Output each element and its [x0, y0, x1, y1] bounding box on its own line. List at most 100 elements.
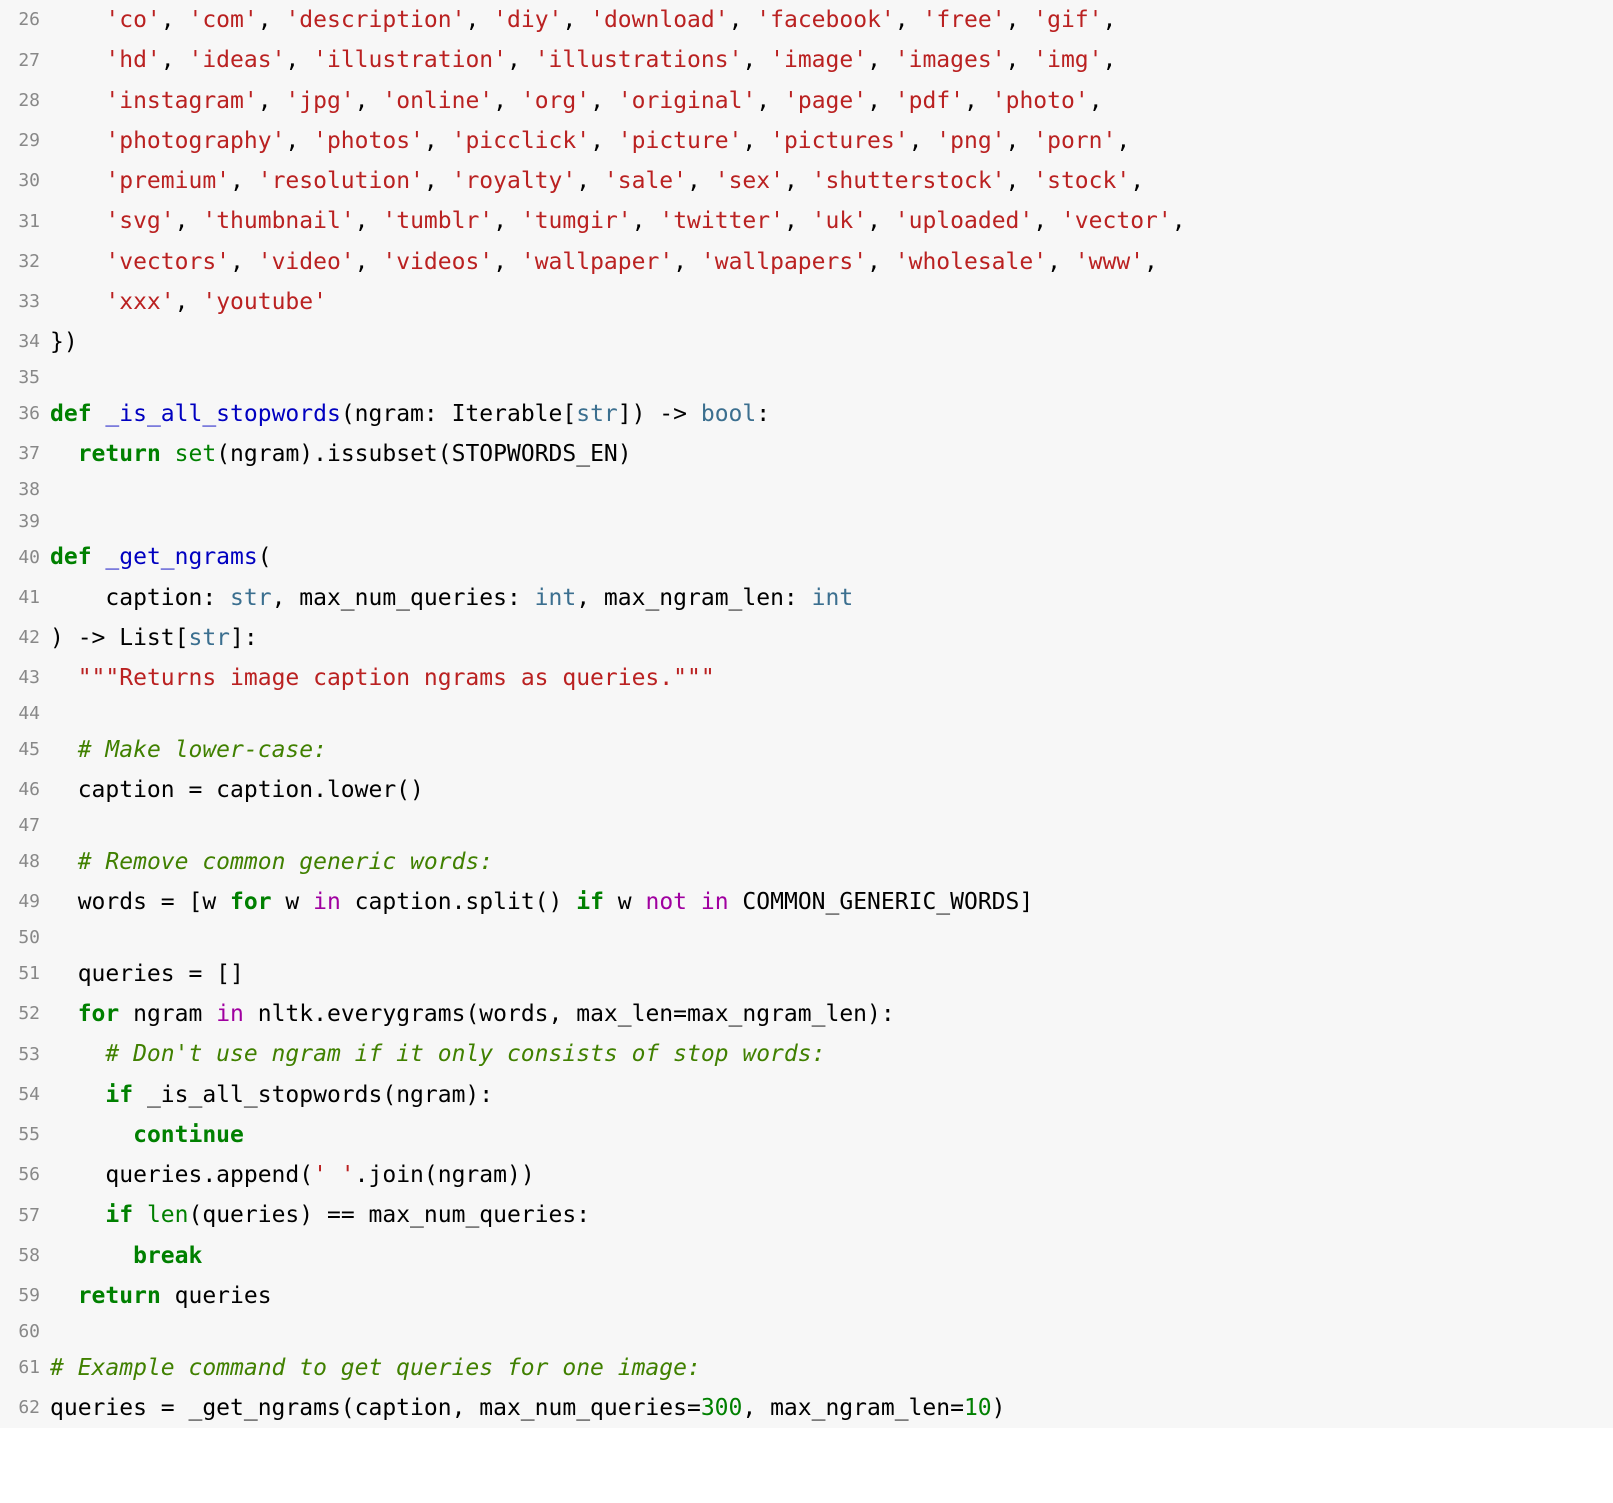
token: # Don't use ngram if it only consists of… — [105, 1041, 825, 1067]
token: , — [285, 47, 313, 73]
token: caption.split() — [341, 889, 576, 915]
code-line: 37 return set(ngram).issubset(STOPWORDS_… — [0, 434, 1613, 474]
token: , — [687, 168, 715, 194]
line-number: 28 — [0, 81, 50, 121]
token: in — [313, 889, 341, 915]
token: , — [424, 168, 452, 194]
token: COMMON_GENERIC_WORDS] — [729, 889, 1034, 915]
token: len — [147, 1202, 189, 1228]
code-content — [50, 1316, 1613, 1348]
token: 'wallpapers' — [701, 249, 867, 275]
code-line: 59 return queries — [0, 1276, 1613, 1316]
token: , — [867, 249, 895, 275]
token: 'twitter' — [659, 208, 784, 234]
token: int — [812, 585, 854, 611]
token: , — [230, 168, 258, 194]
token: , max_num_queries: — [272, 585, 535, 611]
code-line: 47 — [0, 810, 1613, 842]
token: ( — [258, 544, 272, 570]
token: in — [216, 1001, 244, 1027]
code-content: return set(ngram).issubset(STOPWORDS_EN) — [50, 434, 1613, 474]
token: , — [258, 88, 286, 114]
line-number: 27 — [0, 40, 50, 80]
code-content: 'svg', 'thumbnail', 'tumblr', 'tumgir', … — [50, 201, 1613, 241]
token: 'svg' — [105, 208, 174, 234]
line-number: 61 — [0, 1348, 50, 1388]
code-content: 'premium', 'resolution', 'royalty', 'sal… — [50, 161, 1613, 201]
token: : — [756, 401, 770, 427]
code-line: 35 — [0, 362, 1613, 394]
token: 'co' — [105, 7, 160, 33]
code-line: 38 — [0, 474, 1613, 506]
code-content: # Make lower-case: — [50, 730, 1613, 770]
token: .join(ngram)) — [355, 1162, 535, 1188]
token: 'premium' — [105, 168, 230, 194]
token: break — [133, 1243, 202, 1269]
code-line: 26 'co', 'com', 'description', 'diy', 'd… — [0, 0, 1613, 40]
line-number: 53 — [0, 1034, 50, 1074]
code-line: 34}) — [0, 322, 1613, 362]
token: , — [867, 88, 895, 114]
token: , — [1006, 128, 1034, 154]
token — [50, 1041, 105, 1067]
token: w — [272, 889, 314, 915]
token: , — [867, 47, 895, 73]
code-line: 54 if _is_all_stopwords(ngram): — [0, 1075, 1613, 1115]
token: 'page' — [784, 88, 867, 114]
token: , — [895, 7, 923, 33]
token: 'videos' — [382, 249, 493, 275]
token: nltk.everygrams(words, max_len=max_ngram… — [244, 1001, 895, 1027]
line-number: 40 — [0, 537, 50, 577]
code-line: 43 """Returns image caption ngrams as qu… — [0, 658, 1613, 698]
token: , — [1116, 128, 1130, 154]
token — [92, 544, 106, 570]
code-line: 41 caption: str, max_num_queries: int, m… — [0, 578, 1613, 618]
token — [50, 737, 78, 763]
line-number: 60 — [0, 1316, 50, 1348]
token — [50, 1283, 78, 1309]
token: 'thumbnail' — [202, 208, 354, 234]
token: , — [1172, 208, 1186, 234]
token: , — [562, 7, 590, 33]
line-number: 49 — [0, 882, 50, 922]
token — [50, 47, 105, 73]
token: def — [50, 401, 92, 427]
line-number: 59 — [0, 1276, 50, 1316]
token: 'tumblr' — [382, 208, 493, 234]
token — [50, 249, 105, 275]
token — [50, 1082, 105, 1108]
token: (queries) == max_num_queries: — [189, 1202, 591, 1228]
token: 'images' — [895, 47, 1006, 73]
token — [687, 889, 701, 915]
line-number: 55 — [0, 1115, 50, 1155]
code-line: 36def _is_all_stopwords(ngram: Iterable[… — [0, 394, 1613, 434]
code-line: 57 if len(queries) == max_num_queries: — [0, 1195, 1613, 1235]
token: # Make lower-case: — [78, 737, 327, 763]
code-content — [50, 474, 1613, 506]
line-number: 41 — [0, 578, 50, 618]
token: , — [729, 7, 757, 33]
code-line: 58 break — [0, 1236, 1613, 1276]
token: int — [535, 585, 577, 611]
token: 'instagram' — [105, 88, 257, 114]
line-number: 48 — [0, 842, 50, 882]
token: 'vectors' — [105, 249, 230, 275]
token: queries = [] — [50, 961, 244, 987]
token: 'pdf' — [895, 88, 964, 114]
line-number: 30 — [0, 161, 50, 201]
code-content — [50, 698, 1613, 730]
token: 'online' — [382, 88, 493, 114]
token: , — [1033, 208, 1061, 234]
code-line: 31 'svg', 'thumbnail', 'tumblr', 'tumgir… — [0, 201, 1613, 241]
code-line: 29 'photography', 'photos', 'picclick', … — [0, 121, 1613, 161]
token: , — [355, 88, 383, 114]
token: , — [161, 47, 189, 73]
token — [50, 1243, 133, 1269]
token: w — [604, 889, 646, 915]
token: 'royalty' — [452, 168, 577, 194]
token: 'resolution' — [258, 168, 424, 194]
code-line: 53 # Don't use ngram if it only consists… — [0, 1034, 1613, 1074]
token: 'org' — [521, 88, 590, 114]
token: ' ' — [313, 1162, 355, 1188]
code-content: if len(queries) == max_num_queries: — [50, 1195, 1613, 1235]
